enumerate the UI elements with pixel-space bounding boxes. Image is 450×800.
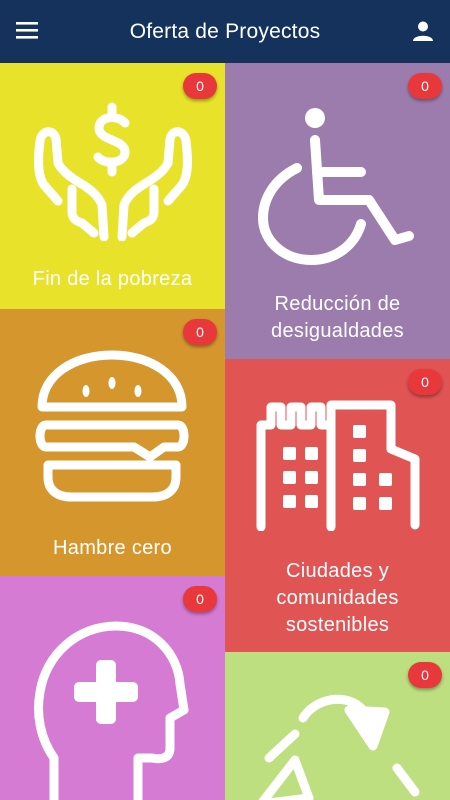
tile-produccion-y-consumo[interactable]: 0 — [225, 652, 450, 800]
app-bar: Oferta de Proyectos — [0, 0, 450, 63]
tile-salud-y-bienestar[interactable]: 0 — [0, 576, 225, 800]
count-badge: 0 — [408, 73, 442, 99]
tile-hambre-cero[interactable]: 0 Hambre cero — [0, 309, 225, 576]
hamburger-menu-icon[interactable] — [16, 20, 40, 40]
hands-dollar-icon — [34, 102, 192, 241]
account-icon[interactable] — [412, 20, 434, 42]
tile-fin-de-la-pobreza[interactable]: 0 Fin de la pobreza — [0, 63, 225, 309]
burger-icon — [35, 350, 189, 502]
count-badge: 0 — [183, 586, 217, 612]
city-icon — [256, 400, 420, 531]
tile-label: Reducción de desigualdades — [271, 293, 404, 342]
count-badge: 0 — [183, 73, 217, 99]
page-title: Oferta de Proyectos — [129, 19, 321, 43]
tile-reduccion-de-desigualdades[interactable]: 0 Reducción de desigualdades — [225, 63, 450, 359]
head-health-icon — [34, 621, 189, 800]
tile-ciudades-y-comunidades-sostenibles[interactable]: 0 Ciudades y comunidades sostenibles — [225, 359, 450, 652]
count-badge: 0 — [408, 662, 442, 688]
recycle-icon — [258, 694, 420, 800]
count-badge: 0 — [408, 369, 442, 395]
tile-label: Hambre cero — [53, 537, 172, 559]
tile-label: Fin de la pobreza — [32, 268, 193, 290]
count-badge: 0 — [183, 319, 217, 345]
wheelchair-icon — [258, 108, 414, 265]
tile-label: Ciudades y comunidades sostenibles — [276, 560, 399, 636]
